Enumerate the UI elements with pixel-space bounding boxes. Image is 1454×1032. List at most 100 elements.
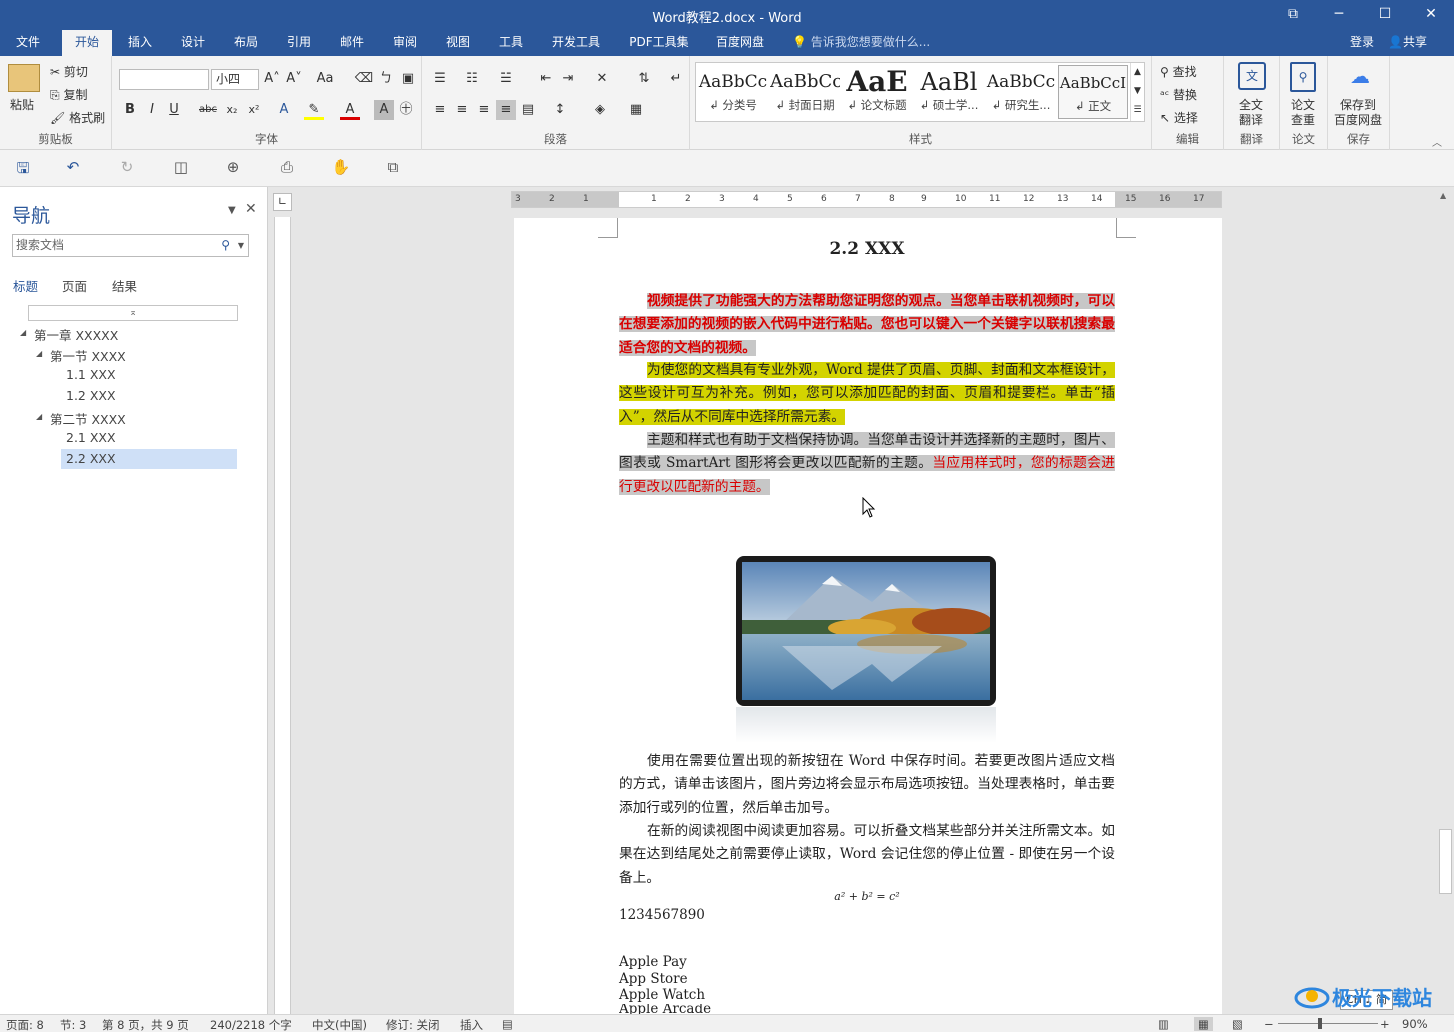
zoom-level[interactable]: 90% [1402, 1017, 1428, 1031]
tab-baidu-netdisk[interactable]: 百度网盘 [706, 30, 774, 56]
numbering-icon[interactable]: ☷ [462, 69, 482, 89]
nav-heading-1-1[interactable]: 1.1 XXX [66, 367, 116, 382]
landscape-image[interactable] [736, 556, 996, 706]
paper-check-icon[interactable]: ⚲ [1290, 62, 1316, 92]
select-button[interactable]: ↖ 选择 [1160, 109, 1198, 126]
change-case-button[interactable]: Aa [312, 69, 338, 89]
zoom-slider-handle[interactable] [1318, 1018, 1322, 1029]
list-item[interactable]: App Store [619, 971, 688, 988]
tab-references[interactable]: 引用 [275, 30, 323, 56]
paragraph-2[interactable]: 为使您的文档具有专业外观，Word 提供了页眉、页脚、封面和文本框设计，这些设计… [619, 359, 1115, 429]
bold-button[interactable]: B [120, 100, 140, 120]
shrink-font-button[interactable]: A˅ [284, 69, 304, 89]
highlight-icon[interactable]: ✎ [304, 100, 324, 120]
zoom-out-icon[interactable]: − [1264, 1017, 1274, 1031]
expand-triangle-icon[interactable]: ◢ [36, 349, 42, 358]
number-line[interactable]: 1234567890 [619, 904, 705, 927]
status-language[interactable]: 中文(中国) [312, 1017, 367, 1032]
search-dropdown-icon[interactable]: ▼ [238, 235, 244, 256]
decrease-indent-icon[interactable]: ⇤ [536, 69, 556, 89]
styles-scroll-icon[interactable]: ▲ ▼ ☰ [1130, 63, 1144, 121]
increase-indent-icon[interactable]: ⇥ [558, 69, 578, 89]
nav-close-icon[interactable]: ✕ [245, 201, 257, 217]
zoom-in-icon[interactable]: + [1380, 1017, 1390, 1031]
paragraph-4[interactable]: 使用在需要位置出现的新按钮在 Word 中保存时间。若要更改图片适应文档的方式，… [619, 750, 1115, 820]
tab-view[interactable]: 视图 [434, 30, 482, 56]
replace-button[interactable]: ᵃᶜ 替换 [1160, 86, 1197, 103]
tab-pdf-tools[interactable]: PDF工具集 [620, 30, 698, 56]
line-spacing-icon[interactable]: ↕ [550, 100, 570, 120]
char-shading-icon[interactable]: A [374, 100, 394, 120]
font-size-combo[interactable]: 小四 [211, 69, 259, 90]
expand-triangle-icon[interactable]: ◢ [20, 328, 26, 337]
tab-review[interactable]: 审阅 [381, 30, 429, 56]
font-name-combo[interactable] [119, 69, 209, 90]
distributed-icon[interactable]: ▤ [518, 100, 538, 120]
customize-icon[interactable]: ⧉ [382, 158, 404, 178]
underline-button[interactable]: U [164, 100, 184, 120]
nav-heading-2-2[interactable]: 2.2 XXX [61, 449, 237, 469]
tab-design[interactable]: 设计 [169, 30, 217, 56]
paragraph-5[interactable]: 在新的阅读视图中阅读更加容易。可以折叠文档某些部分并关注所需文本。如果在达到结尾… [619, 820, 1115, 890]
read-mode-icon[interactable]: ◫ [170, 158, 192, 178]
login-link[interactable]: 登录 [1350, 30, 1374, 55]
nav-heading-section2[interactable]: 第二节 XXXX [50, 409, 126, 428]
nav-heading-chapter1[interactable]: 第一章 XXXXX [34, 325, 118, 344]
translate-icon[interactable]: 文 [1238, 62, 1266, 90]
format-painter-button[interactable]: 🖌 格式刷 [50, 109, 105, 126]
sort-icon[interactable]: ⇅ [634, 69, 654, 89]
document-heading[interactable]: 2.2 XXX [619, 238, 1115, 261]
ribbon-display-icon[interactable]: ⧉ [1270, 0, 1316, 30]
scroll-up-icon[interactable]: ▲ [1440, 191, 1446, 200]
find-button[interactable]: ⚲ 查找 [1160, 63, 1197, 80]
clear-format-icon[interactable]: ⌫ [354, 69, 374, 89]
tab-selector-icon[interactable]: ∟ [273, 193, 292, 211]
style-normal[interactable]: AaBbCcI ↲ 正文 [1058, 65, 1128, 119]
touch-mode-icon[interactable]: ✋ [330, 158, 352, 178]
bullets-icon[interactable]: ☰ [430, 69, 450, 89]
align-center-icon[interactable]: ≡ [452, 100, 472, 120]
tab-home[interactable]: 开始 [62, 30, 112, 56]
zoom-slider[interactable] [1278, 1023, 1378, 1024]
save-icon[interactable]: 🖫 [12, 158, 34, 178]
style-cover-date[interactable]: AaBbCc ↲ 封面日期 [770, 65, 840, 119]
tab-tools[interactable]: 工具 [487, 30, 535, 56]
print-layout-icon[interactable]: ▦ [1194, 1017, 1213, 1031]
nav-heading-1-2[interactable]: 1.2 XXX [66, 388, 116, 403]
style-classification[interactable]: AaBbCc ↲ 分类号 [698, 65, 768, 119]
redo-icon[interactable]: ↻ [116, 158, 138, 178]
show-marks-icon[interactable]: ↵ [666, 69, 686, 89]
style-graduate[interactable]: AaBbCc ↲ 研究生... [986, 65, 1056, 119]
status-page-of[interactable]: 第 8 页，共 9 页 [102, 1017, 189, 1032]
strikethrough-button[interactable]: abc [196, 100, 220, 120]
macro-record-icon[interactable]: ▤ [502, 1017, 513, 1031]
read-view-icon[interactable]: ▥ [1158, 1017, 1169, 1031]
cloud-icon[interactable]: ☁ [1346, 64, 1374, 88]
vertical-scrollbar[interactable]: ▲ [1437, 187, 1454, 1014]
scrollbar-thumb[interactable] [1439, 829, 1452, 894]
full-translate-label-2[interactable]: 翻译 [1239, 111, 1263, 128]
tab-layout[interactable]: 布局 [222, 30, 270, 56]
minimize-button[interactable]: ─ [1316, 0, 1362, 30]
search-icon[interactable]: ⚲ [221, 235, 230, 256]
italic-button[interactable]: I [142, 100, 162, 120]
pinyin-icon[interactable]: ㄅ [376, 69, 396, 89]
paragraph-3[interactable]: 主题和样式也有助于文档保持协调。当您单击设计并选择新的主题时，图片、图表或 Sm… [619, 429, 1115, 499]
nav-heading-2-1[interactable]: 2.1 XXX [66, 430, 116, 445]
close-button[interactable]: ✕ [1408, 0, 1454, 30]
text-effects-icon[interactable]: A [274, 100, 294, 120]
paste-button[interactable]: 粘贴 [10, 96, 34, 113]
nav-tab-headings[interactable]: 标题 [13, 276, 38, 295]
chinese-layout-icon[interactable]: ✕ [592, 69, 612, 89]
nav-search-input[interactable]: 搜索文档 ⚲ ▼ [12, 234, 249, 257]
nav-heading-section1[interactable]: 第一节 XXXX [50, 346, 126, 365]
tab-developer[interactable]: 开发工具 [542, 30, 610, 56]
enclose-char-icon[interactable]: ㊉ [396, 100, 416, 120]
tell-me-search[interactable]: 💡 告诉我您想要做什么... [792, 30, 930, 56]
share-button[interactable]: 👤共享 [1388, 30, 1448, 55]
paper-check-label-2[interactable]: 查重 [1291, 111, 1315, 128]
justify-icon[interactable]: ≡ [496, 100, 516, 120]
style-paper-title[interactable]: AaE ↲ 论文标题 [842, 65, 912, 119]
maximize-button[interactable]: ☐ [1362, 0, 1408, 30]
web-layout-icon[interactable]: ⊕ [222, 158, 244, 178]
